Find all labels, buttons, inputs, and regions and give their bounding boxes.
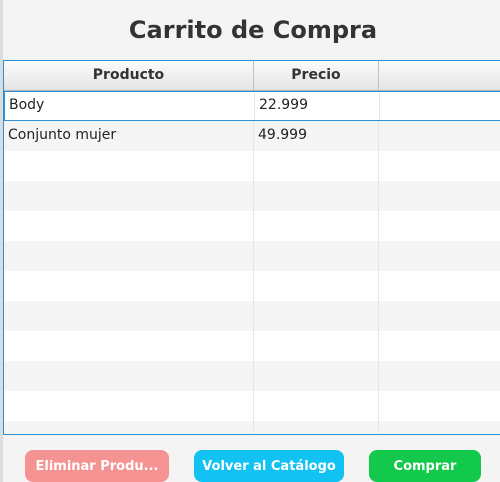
cell — [379, 211, 500, 241]
empty-table-row — [4, 331, 500, 361]
cell — [379, 421, 500, 434]
empty-table-row — [4, 271, 500, 301]
cart-table[interactable]: Producto Precio Body 22.999 Conjunto muj… — [3, 60, 500, 435]
cell — [254, 361, 379, 391]
cell — [254, 241, 379, 271]
page-title: Carrito de Compra — [128, 16, 378, 44]
cell — [254, 151, 379, 181]
table-header: Producto Precio — [4, 61, 500, 91]
cell-empty — [380, 92, 500, 120]
table-body: Body 22.999 Conjunto mujer 49.999 — [4, 91, 500, 434]
cell — [379, 151, 500, 181]
cell — [379, 181, 500, 211]
empty-table-row — [4, 211, 500, 241]
cell — [379, 271, 500, 301]
cell — [254, 331, 379, 361]
cell-producto: Body — [5, 92, 255, 120]
remove-product-button[interactable]: Eliminar Produ... — [25, 450, 169, 482]
buy-button[interactable]: Comprar — [369, 450, 481, 482]
cell-precio: 22.999 — [255, 92, 380, 120]
column-header-precio[interactable]: Precio — [254, 61, 379, 90]
cell — [4, 271, 254, 301]
cell — [254, 211, 379, 241]
empty-table-row — [4, 421, 500, 434]
cell — [379, 241, 500, 271]
empty-table-row — [4, 241, 500, 271]
empty-table-row — [4, 301, 500, 331]
cell — [379, 301, 500, 331]
cell — [4, 211, 254, 241]
cell — [254, 271, 379, 301]
cell — [254, 181, 379, 211]
cell — [4, 181, 254, 211]
cell-empty — [379, 121, 500, 151]
cell — [4, 151, 254, 181]
empty-table-row — [4, 391, 500, 421]
cell — [4, 361, 254, 391]
cell — [4, 391, 254, 421]
empty-table-row — [4, 181, 500, 211]
column-header-empty[interactable] — [379, 61, 500, 90]
cell — [4, 331, 254, 361]
back-to-catalog-button[interactable]: Volver al Catálogo — [194, 450, 344, 482]
cell — [379, 391, 500, 421]
column-header-producto[interactable]: Producto — [4, 61, 254, 90]
cell — [379, 331, 500, 361]
cell-precio: 49.999 — [254, 121, 379, 151]
cell-producto: Conjunto mujer — [4, 121, 254, 151]
cell — [254, 301, 379, 331]
cell — [4, 421, 254, 434]
table-row[interactable]: Conjunto mujer 49.999 — [4, 121, 500, 151]
empty-table-row — [4, 151, 500, 181]
cell — [254, 391, 379, 421]
table-row[interactable]: Body 22.999 — [4, 91, 500, 121]
cell — [4, 241, 254, 271]
cell — [4, 301, 254, 331]
cell — [254, 421, 379, 434]
cell — [379, 361, 500, 391]
empty-table-row — [4, 361, 500, 391]
